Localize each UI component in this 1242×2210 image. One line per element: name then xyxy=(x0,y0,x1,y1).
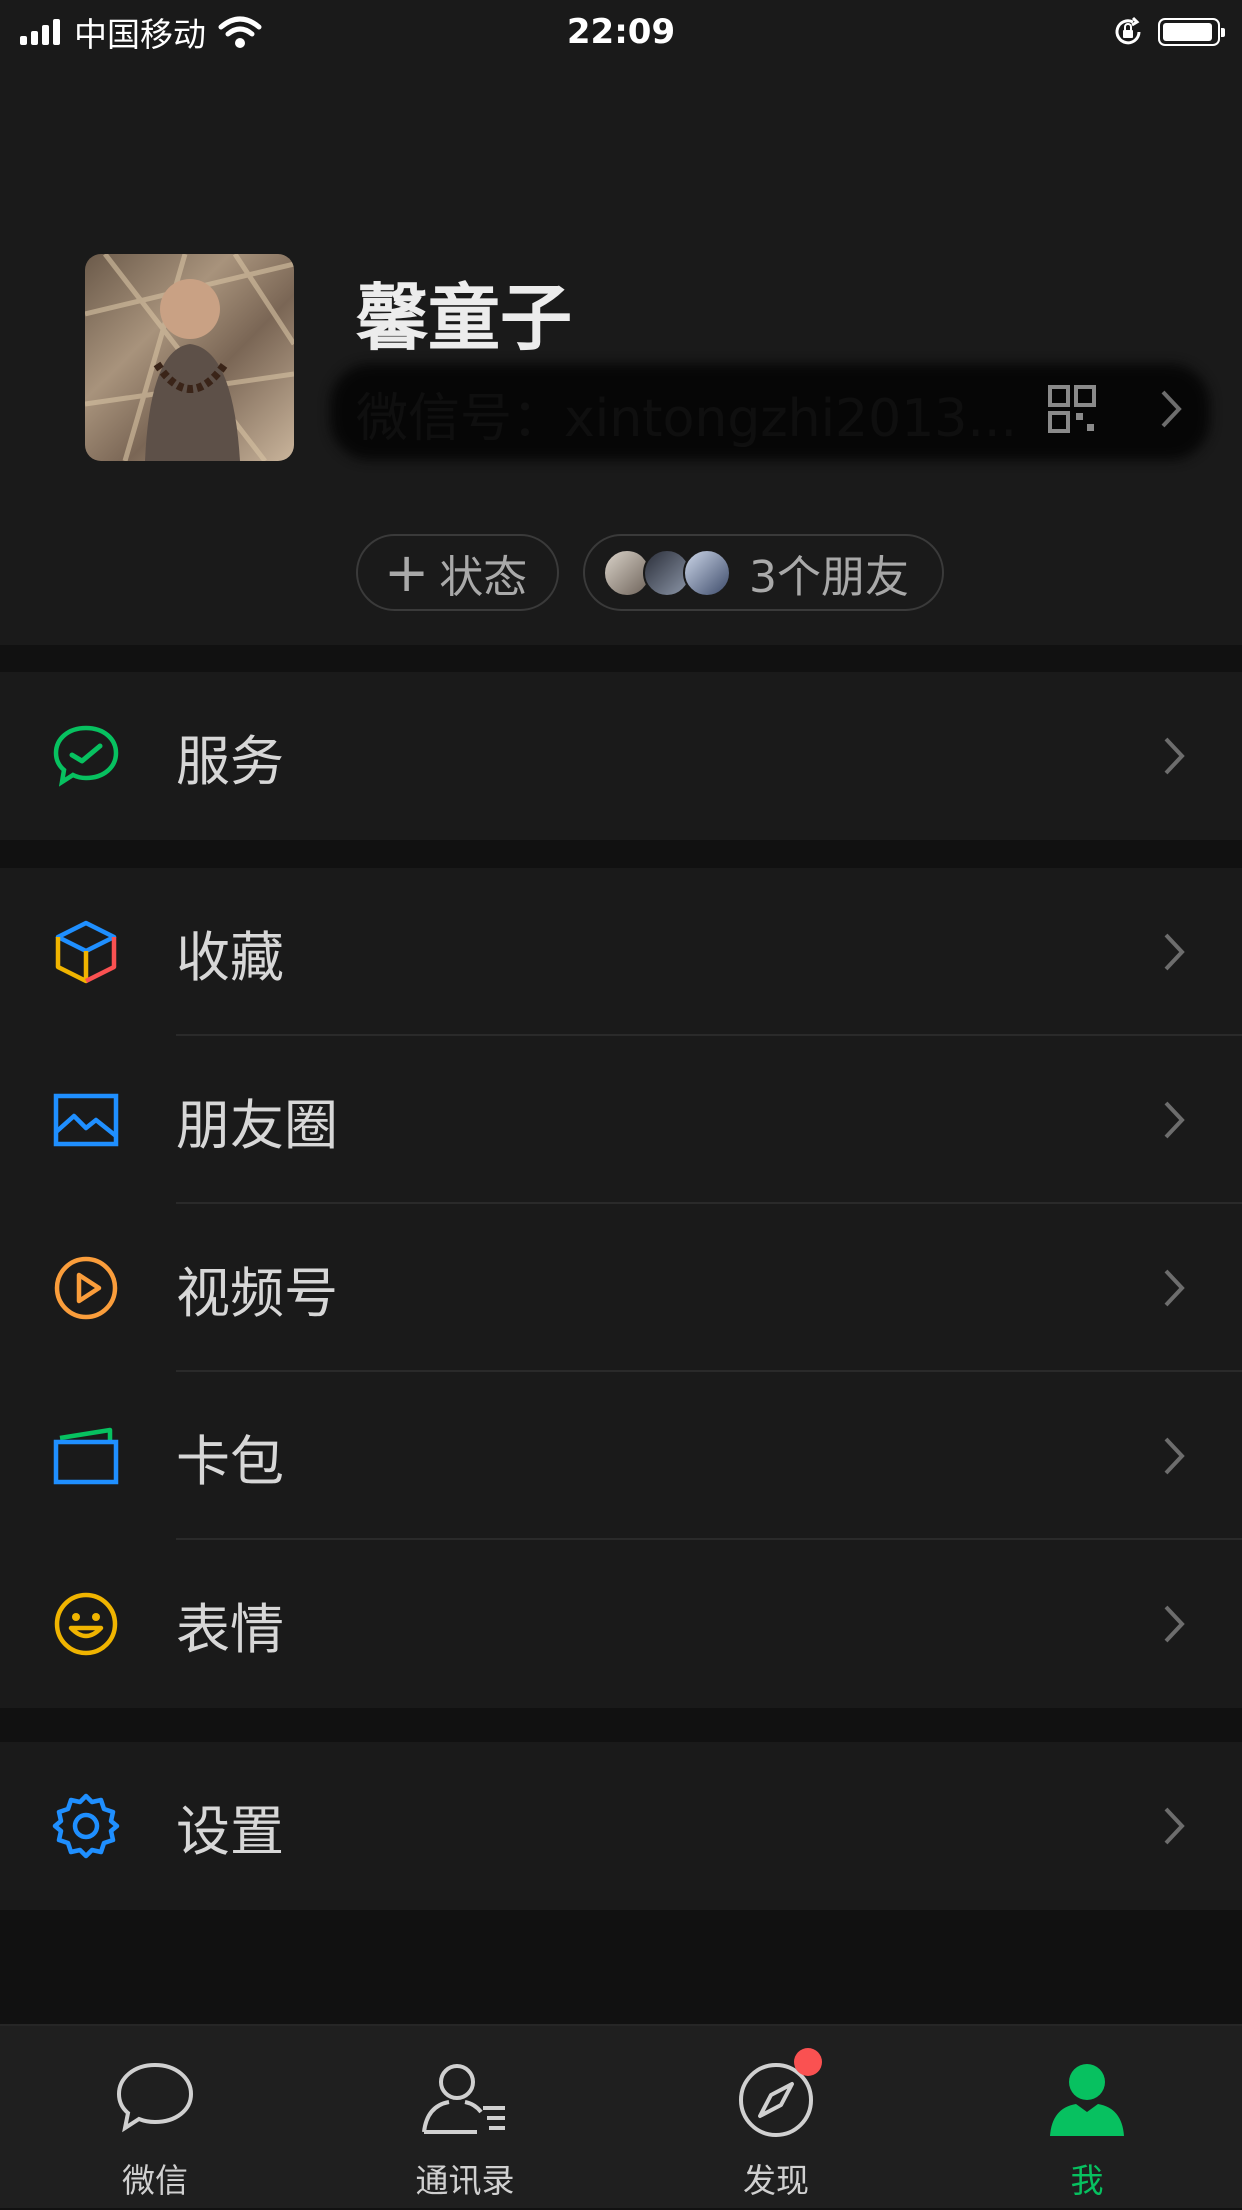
menu-item-wallet[interactable]: 卡包 xyxy=(0,1372,1242,1540)
tab-contacts[interactable]: 通讯录 xyxy=(310,2026,620,2210)
tab-me[interactable]: 我 xyxy=(932,2026,1242,2210)
menu-item-favorites[interactable]: 收藏 xyxy=(0,868,1242,1036)
notification-badge xyxy=(794,2048,822,2076)
qr-code-icon[interactable] xyxy=(1048,385,1096,433)
gear-icon xyxy=(52,1793,120,1859)
menu-item-moments[interactable]: 朋友圈 xyxy=(0,1036,1242,1204)
menu-item-service[interactable]: 服务 xyxy=(0,672,1242,840)
tab-label: 通讯录 xyxy=(415,2161,515,2200)
status-bar: 中国移动 22:09 xyxy=(0,0,1242,64)
menu-label: 设置 xyxy=(176,1799,284,1863)
friends-count-label: 3个朋友 xyxy=(749,551,909,603)
menu-label: 收藏 xyxy=(176,925,284,989)
service-group: 服务 xyxy=(0,672,1242,840)
add-status-button[interactable]: + 状态 xyxy=(356,534,559,611)
battery-icon xyxy=(1158,18,1225,46)
friends-status-button[interactable]: 3个朋友 xyxy=(583,534,944,611)
menu-label: 表情 xyxy=(176,1597,284,1661)
chevron-right-icon xyxy=(1164,737,1185,775)
moments-picture-icon xyxy=(53,1093,119,1147)
profile-header[interactable]: 馨童子 微信号：xintongzhi2013... + 状态 3个朋友 xyxy=(0,64,1242,645)
chevron-right-icon xyxy=(1164,1807,1185,1845)
chevron-right-icon xyxy=(1161,390,1182,428)
contacts-icon xyxy=(422,2064,505,2134)
avatar[interactable] xyxy=(85,254,294,461)
chevron-right-icon xyxy=(1164,1269,1185,1307)
plus-icon: + xyxy=(384,540,430,604)
orientation-lock-icon xyxy=(1115,16,1141,45)
menu-label: 视频号 xyxy=(176,1261,338,1325)
chevron-right-icon xyxy=(1164,1101,1185,1139)
clock: 22:09 xyxy=(566,12,676,52)
tab-bar: 微信 通讯录 发现 我 xyxy=(0,2024,1242,2208)
menu-label: 朋友圈 xyxy=(176,1093,338,1157)
chevron-right-icon xyxy=(1164,1605,1185,1643)
tab-label: 微信 xyxy=(122,2161,188,2200)
play-circle-icon xyxy=(54,1256,118,1320)
tab-label: 我 xyxy=(1070,2161,1104,2200)
nickname: 馨童子 xyxy=(356,276,573,360)
tab-label: 发现 xyxy=(743,2161,809,2200)
menu-label: 卡包 xyxy=(176,1429,284,1493)
chat-bubble-icon xyxy=(116,2062,194,2133)
friend-avatar xyxy=(683,548,731,597)
tab-chats[interactable]: 微信 xyxy=(0,2026,310,2210)
menu-item-channels[interactable]: 视频号 xyxy=(0,1204,1242,1372)
main-menu-group: 收藏 朋友圈 视频号 卡包 表情 xyxy=(0,868,1242,1708)
chevron-right-icon xyxy=(1164,933,1185,971)
smiley-face-icon xyxy=(54,1592,118,1656)
wallet-card-icon xyxy=(53,1427,119,1485)
chevron-right-icon xyxy=(1164,1437,1185,1475)
service-icon xyxy=(53,725,119,787)
favorites-cube-icon xyxy=(55,920,117,984)
menu-label: 服务 xyxy=(176,729,284,793)
settings-group: 设置 xyxy=(0,1742,1242,1910)
status-button-label: 状态 xyxy=(439,551,528,603)
menu-item-stickers[interactable]: 表情 xyxy=(0,1540,1242,1708)
menu-item-settings[interactable]: 设置 xyxy=(0,1742,1242,1910)
tab-discover[interactable]: 发现 xyxy=(621,2026,931,2210)
person-icon xyxy=(1050,2064,1124,2136)
